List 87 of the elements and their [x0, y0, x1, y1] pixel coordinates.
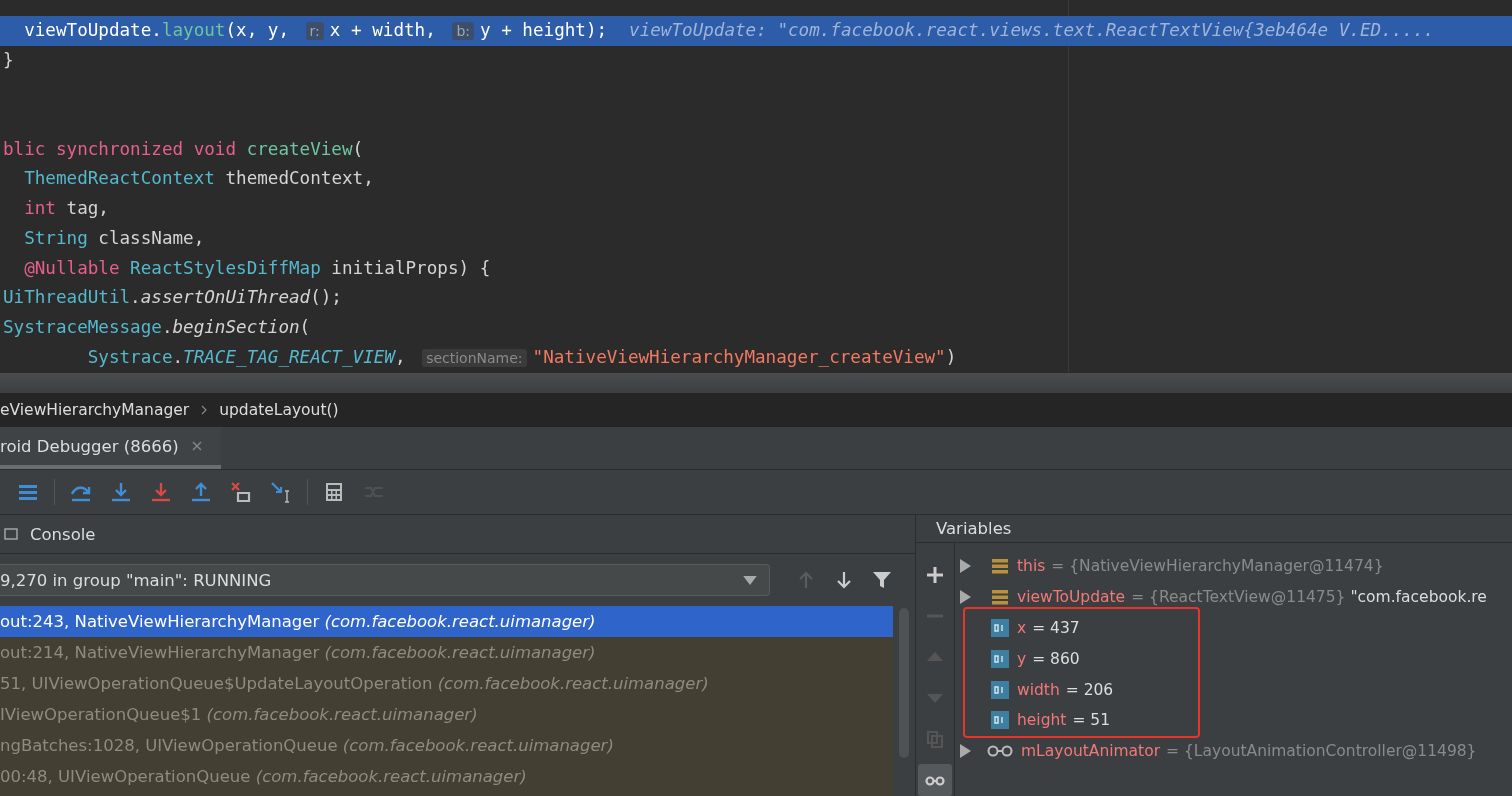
panel-title: Variables — [936, 519, 1012, 538]
method-name: layout — [161, 20, 226, 40]
code-text: tag, — [65, 198, 109, 219]
variable-value: = {NativeViewHierarchyManager@11474} — [1051, 557, 1384, 576]
stack-frame-row[interactable]: IViewOperationQueue$1 (com.facebook.react.uimanager) — [0, 699, 893, 730]
method-call: beginSection — [172, 316, 300, 337]
variable-name: viewToUpdate — [1017, 588, 1126, 607]
stack-frame-row[interactable]: ngBatches:1028, UIViewOperationQueue (com.facebook.react.uimanager) — [0, 730, 893, 761]
dropdown-caret-icon — [743, 575, 757, 585]
code-text: initialProps) { — [330, 257, 491, 278]
variable-value: = 860 — [1032, 649, 1080, 668]
variable-value: = {LayoutAnimationController@11498} — [1166, 742, 1477, 761]
code-text: } — [3, 49, 14, 70]
down-arrow-icon — [834, 570, 854, 590]
close-icon[interactable] — [190, 440, 203, 452]
code-text: (x, y, — [225, 20, 290, 40]
down-arrow-button[interactable] — [834, 570, 854, 590]
drop-frame-icon — [229, 480, 253, 504]
code-text: y + height); — [480, 20, 608, 40]
copy-icon — [925, 729, 945, 749]
variable-value: = 51 — [1072, 711, 1111, 730]
code-text: . — [172, 346, 184, 367]
breadcrumb-item[interactable]: eViewHierarchyManager — [0, 401, 190, 419]
type-name: String — [23, 227, 88, 248]
variable-name: x — [1017, 619, 1027, 637]
keyword: @Nullable — [23, 257, 121, 278]
primitive-value-icon — [991, 649, 1009, 668]
parameter-hint: b: — [452, 22, 474, 40]
type-name: SystraceMessage — [3, 316, 162, 337]
stack-frame-row[interactable]: out:243, NativeViewHierarchyManager (com.facebook.react.uimanager) — [0, 606, 893, 637]
filter-button[interactable] — [872, 570, 892, 590]
parameter-hint: sectionName: — [422, 348, 527, 367]
chevron-icon — [201, 405, 208, 415]
type-name: UiThreadUtil — [3, 287, 131, 308]
field-stack-icon — [991, 557, 1009, 576]
force-step-into-icon — [149, 480, 173, 504]
variable-value: = 206 — [1065, 680, 1114, 699]
variable-string-value: "com.facebook.re — [1350, 588, 1487, 607]
variable-name: y — [1017, 649, 1027, 668]
primitive-value-icon — [991, 619, 1009, 637]
code-text: ( — [299, 316, 311, 337]
type-name: ThemedReactContext — [23, 168, 215, 189]
expand-triangle-icon[interactable] — [959, 559, 971, 574]
code-text: . — [161, 316, 173, 337]
watches-button[interactable] — [918, 764, 952, 796]
stack-frame-row[interactable]: out:214, NativeViewHierarchyManager (com.facebook.react.uimanager) — [0, 637, 893, 668]
code-text: viewToUpdate. — [23, 20, 162, 40]
type-name: Systrace — [86, 346, 173, 367]
primitive-value-icon — [991, 680, 1009, 699]
variable-name: width — [1017, 680, 1060, 699]
console-tab[interactable]: Console — [30, 524, 96, 544]
glasses-icon — [987, 744, 1013, 759]
variable-name: this — [1017, 557, 1046, 576]
constant-name: TRACE_TAG_REACT_VIEW — [183, 346, 395, 367]
expand-triangle-icon[interactable] — [959, 744, 971, 759]
stack-frame-row[interactable]: 51, UIViewOperationQueue$UpdateLayoutOperation (com.facebook.react.uimanager) — [0, 668, 893, 699]
thread-dropdown[interactable]: 9,270 in group "main": RUNNING — [0, 564, 770, 596]
step-into-icon — [109, 480, 133, 504]
primitive-value-icon — [991, 711, 1009, 730]
type-name: ReactStylesDiffMap — [130, 257, 321, 278]
keyword: blic synchronized void — [3, 138, 238, 159]
breadcrumb-item[interactable]: updateLayout() — [219, 401, 339, 419]
code-text: ( — [352, 138, 364, 159]
variable-value: = {ReactTextView@11475} — [1131, 588, 1346, 607]
console-icon — [4, 527, 18, 541]
code-text: . — [130, 287, 141, 308]
keyword: int — [23, 198, 56, 219]
expand-triangle-icon[interactable] — [959, 590, 971, 605]
field-stack-icon — [991, 588, 1009, 607]
method-name: createView — [246, 138, 353, 159]
code-text: ) — [945, 346, 957, 367]
plus-icon — [925, 565, 945, 585]
code-text: (); — [310, 287, 342, 308]
inline-value: viewToUpdate: "com.facebook.react.views.text.ReactTextView{3eb464e V.ED..... — [629, 20, 1435, 40]
code-text: className, — [97, 227, 205, 248]
variable-name: height — [1017, 711, 1067, 730]
variable-value: = 437 — [1032, 619, 1080, 637]
variable-name: mLayoutAnimator — [1021, 742, 1161, 761]
parameter-hint: r: — [305, 22, 324, 40]
stack-frame-row[interactable]: 00:48, UIViewOperationQueue (com.facebook.react.uimanager) — [0, 761, 893, 792]
step-out-icon — [189, 480, 213, 504]
code-text: themedContext, — [224, 168, 374, 189]
code-text: x + width, — [329, 20, 437, 40]
debugger-tab[interactable]: roid Debugger (8666) — [0, 427, 221, 469]
string-literal: "NativeViewHierarchyManager_createView" — [532, 346, 946, 367]
filter-icon — [872, 570, 892, 590]
method-call: assertOnUiThread — [140, 287, 311, 308]
